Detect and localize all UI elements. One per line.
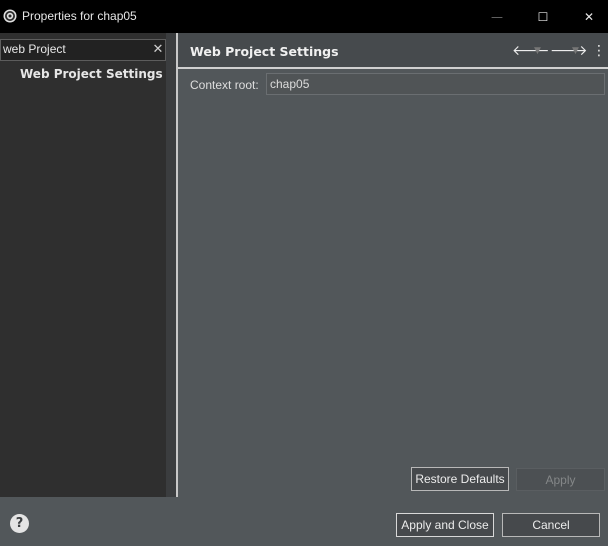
minimize-icon: — xyxy=(491,9,503,24)
window-title: Properties for chap05 xyxy=(22,9,137,23)
tree-item-web-project-settings[interactable]: Web Project Settings xyxy=(20,67,163,81)
page-header: Web Project Settings 🡐 ▼ 🡒 ▼ ⋮ xyxy=(178,33,608,69)
filter-input-text[interactable]: web Project xyxy=(3,42,66,56)
cancel-button[interactable]: Cancel xyxy=(502,513,600,537)
property-page xyxy=(178,33,608,497)
view-menu-icon[interactable]: ⋮ xyxy=(592,42,606,60)
apply-button[interactable]: Apply xyxy=(516,468,605,491)
filter-field[interactable]: web Project ✕ xyxy=(0,39,166,61)
app-gear-icon xyxy=(3,9,17,23)
close-icon: ✕ xyxy=(583,9,595,24)
maximize-button[interactable]: ☐ xyxy=(520,0,566,33)
close-button[interactable]: ✕ xyxy=(566,0,608,33)
restore-defaults-button[interactable]: Restore Defaults xyxy=(411,467,509,491)
title-bar: Properties for chap05 — ☐ ✕ xyxy=(0,0,608,33)
navigation-tree-pane xyxy=(0,33,166,497)
apply-and-close-button[interactable]: Apply and Close xyxy=(396,513,494,537)
minimize-button[interactable]: — xyxy=(474,0,520,33)
clear-filter-icon[interactable]: ✕ xyxy=(151,42,165,58)
arrow-left-icon[interactable]: 🡐 xyxy=(512,42,550,60)
help-icon[interactable]: ? xyxy=(10,514,29,533)
page-title: Web Project Settings xyxy=(190,44,339,59)
forward-dropdown-icon[interactable]: ▼ xyxy=(572,42,579,60)
navigation-scrollbar[interactable] xyxy=(166,33,176,497)
context-root-field[interactable]: chap05 xyxy=(266,73,605,95)
maximize-icon: ☐ xyxy=(537,9,549,24)
back-dropdown-icon[interactable]: ▼ xyxy=(534,42,541,60)
context-root-value[interactable]: chap05 xyxy=(270,77,309,91)
context-root-label: Context root: xyxy=(190,78,259,92)
arrow-right-icon[interactable]: 🡒 xyxy=(550,42,588,60)
